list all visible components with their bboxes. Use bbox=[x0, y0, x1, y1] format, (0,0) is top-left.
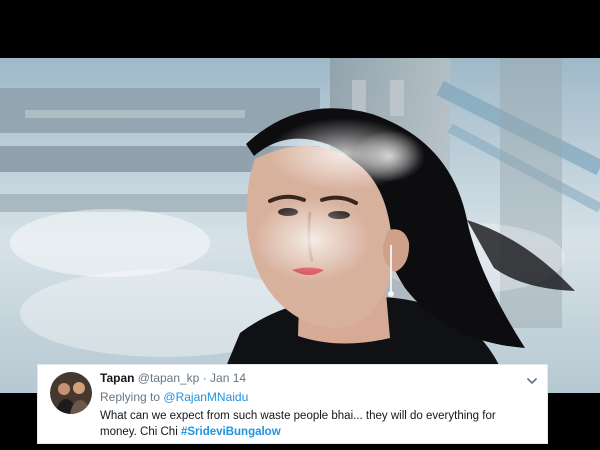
video-frame: Tapan @tapan_kp · Jan 14 Replying to @Ra… bbox=[0, 0, 600, 450]
tweet-hashtag[interactable]: #SrideviBungalow bbox=[181, 426, 281, 438]
display-name[interactable]: Tapan bbox=[100, 371, 134, 385]
tweet-header: Tapan @tapan_kp · Jan 14 bbox=[100, 370, 530, 386]
header-separator: · bbox=[202, 371, 207, 385]
tweet-text: What can we expect from such waste peopl… bbox=[100, 408, 530, 440]
screenshot-root: Tapan @tapan_kp · Jan 14 Replying to @Ra… bbox=[0, 0, 600, 450]
scene-illustration bbox=[0, 58, 600, 393]
replying-to-line: Replying to @RajanMNaidu bbox=[100, 389, 530, 405]
chevron-down-icon[interactable] bbox=[526, 373, 538, 384]
avatar[interactable] bbox=[50, 372, 92, 414]
tweet-date[interactable]: Jan 14 bbox=[210, 371, 246, 385]
replying-to-mention[interactable]: @RajanMNaidu bbox=[163, 390, 248, 404]
chevron-down-icon bbox=[527, 378, 537, 384]
tweet-text-content: What can we expect from such waste peopl… bbox=[100, 410, 496, 438]
avatar-image bbox=[50, 372, 92, 414]
tweet-card[interactable]: Tapan @tapan_kp · Jan 14 Replying to @Ra… bbox=[37, 364, 548, 444]
video-still-image bbox=[0, 58, 600, 393]
tweet-body: Tapan @tapan_kp · Jan 14 Replying to @Ra… bbox=[100, 370, 530, 440]
user-handle[interactable]: @tapan_kp bbox=[138, 371, 200, 385]
replying-to-label: Replying to bbox=[100, 390, 161, 404]
